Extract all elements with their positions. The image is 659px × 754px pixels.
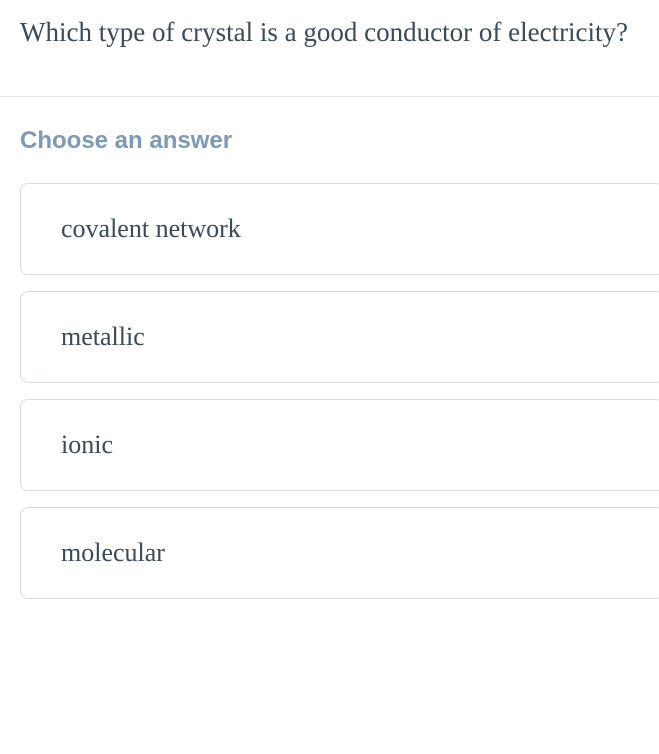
answer-option-metallic[interactable]: metallic <box>20 291 659 383</box>
answer-option-label: covalent network <box>61 214 241 243</box>
answer-option-label: ionic <box>61 430 113 459</box>
answer-option-covalent-network[interactable]: covalent network <box>20 183 659 275</box>
question-text: Which type of crystal is a good conducto… <box>20 10 639 56</box>
question-section: Which type of crystal is a good conducto… <box>0 0 659 97</box>
choose-answer-label: Choose an answer <box>20 127 659 155</box>
answer-option-label: molecular <box>61 538 165 567</box>
answer-option-molecular[interactable]: molecular <box>20 507 659 599</box>
answer-option-label: metallic <box>61 322 145 351</box>
answer-section: Choose an answer covalent network metall… <box>0 97 659 599</box>
answer-option-ionic[interactable]: ionic <box>20 399 659 491</box>
